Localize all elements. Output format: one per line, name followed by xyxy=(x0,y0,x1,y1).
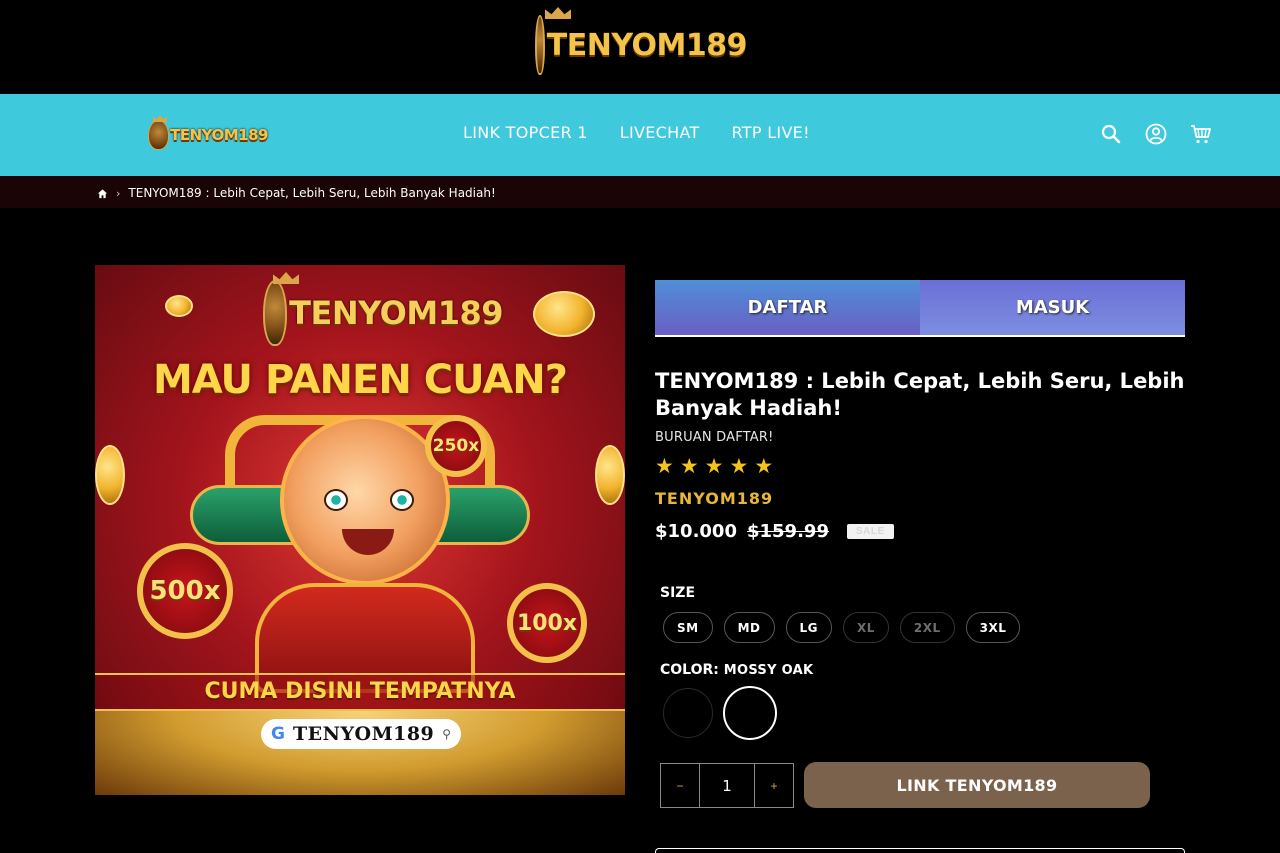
rating-stars: ★ ★ ★ ★ ★ xyxy=(655,456,773,478)
site-logo[interactable]: TENYOM189 xyxy=(535,10,748,80)
product-title: TENYOM189 : Lebih Cepat, Lebih Seru, Leb… xyxy=(655,369,1185,420)
size-options: SM MD LG XL 2XL 3XL xyxy=(663,612,1021,643)
size-option-lg[interactable]: LG xyxy=(785,612,832,643)
size-option-sm[interactable]: SM xyxy=(663,612,713,643)
nav-link-livechat[interactable]: LIVECHAT xyxy=(620,123,700,142)
color-label: COLOR: MOSSY OAK xyxy=(660,662,813,678)
main-navbar: TENYOM189 LINK TOPCER 1 LIVECHAT RTP LIV… xyxy=(0,94,1280,176)
color-swatches xyxy=(663,686,777,740)
monkey-logo-icon xyxy=(263,280,288,346)
product-vendor[interactable]: TENYOM189 xyxy=(655,489,773,508)
nav-logo-text: TENYOM189 xyxy=(170,126,268,144)
banner-headline: MAU PANEN CUAN? xyxy=(153,357,568,403)
multiplier-badge: 500x xyxy=(137,543,233,639)
star-icon: ★ xyxy=(729,455,749,478)
breadcrumb: › TENYOM189 : Lebih Cepat, Lebih Seru, L… xyxy=(97,186,496,200)
banner-search-pill: G TENYOM189 ⚲ xyxy=(261,719,461,749)
star-icon: ★ xyxy=(754,455,774,478)
sale-price: $10.000 xyxy=(655,521,737,542)
monkey-logo-icon xyxy=(535,15,545,75)
coin-decoration xyxy=(533,291,595,337)
star-icon: ★ xyxy=(704,455,724,478)
next-section-box xyxy=(655,848,1185,853)
breadcrumb-bar: › TENYOM189 : Lebih Cepat, Lebih Seru, L… xyxy=(0,176,1280,208)
breadcrumb-separator: › xyxy=(116,186,121,200)
link-tenyom189-button[interactable]: LINK TENYOM189 xyxy=(804,762,1150,808)
banner-logo: TENYOM189 xyxy=(263,277,503,349)
account-icon[interactable] xyxy=(1144,122,1168,146)
home-icon[interactable] xyxy=(97,188,108,199)
eye-shape xyxy=(390,489,414,511)
quantity-input[interactable]: 1 xyxy=(699,764,755,807)
banner-logo-text: TENYOM189 xyxy=(289,294,503,332)
cart-icon[interactable] xyxy=(1189,122,1213,146)
site-logo-text: TENYOM189 xyxy=(546,27,748,63)
multiplier-badge: 100x xyxy=(507,583,587,663)
register-button[interactable]: DAFTAR xyxy=(655,280,920,335)
top-header: TENYOM189 xyxy=(0,0,1280,94)
size-option-2xl[interactable]: 2XL xyxy=(899,612,955,643)
size-option-md[interactable]: MD xyxy=(723,612,775,643)
monkey-eyes xyxy=(324,489,414,511)
monkey-logo-icon xyxy=(148,120,170,150)
auth-tabs: DAFTAR MASUK xyxy=(655,280,1185,337)
coin-decoration xyxy=(595,445,625,505)
login-button[interactable]: MASUK xyxy=(920,280,1185,335)
star-icon: ★ xyxy=(679,455,699,478)
banner-search-text: TENYOM189 xyxy=(292,723,435,745)
monkey-mouth xyxy=(342,529,394,555)
product-subtitle: BURUAN DAFTAR! xyxy=(655,430,774,445)
product-image[interactable]: TENYOM189 MAU PANEN CUAN? 500x 250x 100x… xyxy=(95,265,625,795)
price-row: $10.000 $159.99 SALE xyxy=(655,521,894,542)
star-icon: ★ xyxy=(655,455,674,478)
color-swatch-selected[interactable] xyxy=(723,686,777,740)
nav-link-rtp-live[interactable]: RTP LIVE! xyxy=(732,123,810,142)
nav-icons xyxy=(1099,122,1213,146)
eye-shape xyxy=(324,489,348,511)
nav-logo[interactable]: TENYOM189 xyxy=(148,116,268,154)
nav-link-topcer[interactable]: LINK TOPCER 1 xyxy=(463,123,588,142)
size-option-xl[interactable]: XL xyxy=(843,612,889,643)
banner-tagline: CUMA DISINI TEMPATNYA xyxy=(95,673,625,711)
multiplier-badge: 250x xyxy=(425,415,487,477)
color-label-text: COLOR: xyxy=(660,662,719,678)
coin-decoration xyxy=(95,445,125,505)
coin-decoration xyxy=(165,295,193,317)
quantity-increase-button[interactable]: + xyxy=(755,764,793,807)
size-label: SIZE xyxy=(660,585,696,601)
nav-links: LINK TOPCER 1 LIVECHAT RTP LIVE! xyxy=(463,123,810,142)
compare-price: $159.99 xyxy=(746,521,829,542)
color-value: MOSSY OAK xyxy=(723,663,814,678)
magnifier-icon: ⚲ xyxy=(442,727,452,741)
search-icon[interactable] xyxy=(1099,122,1123,146)
google-icon: G xyxy=(271,724,285,744)
quantity-decrease-button[interactable]: − xyxy=(661,764,699,807)
size-option-3xl[interactable]: 3XL xyxy=(965,612,1021,643)
breadcrumb-current: TENYOM189 : Lebih Cepat, Lebih Seru, Leb… xyxy=(128,186,496,200)
sale-badge: SALE xyxy=(846,524,894,539)
color-swatch[interactable] xyxy=(663,688,713,738)
quantity-stepper: − 1 + xyxy=(660,763,794,808)
